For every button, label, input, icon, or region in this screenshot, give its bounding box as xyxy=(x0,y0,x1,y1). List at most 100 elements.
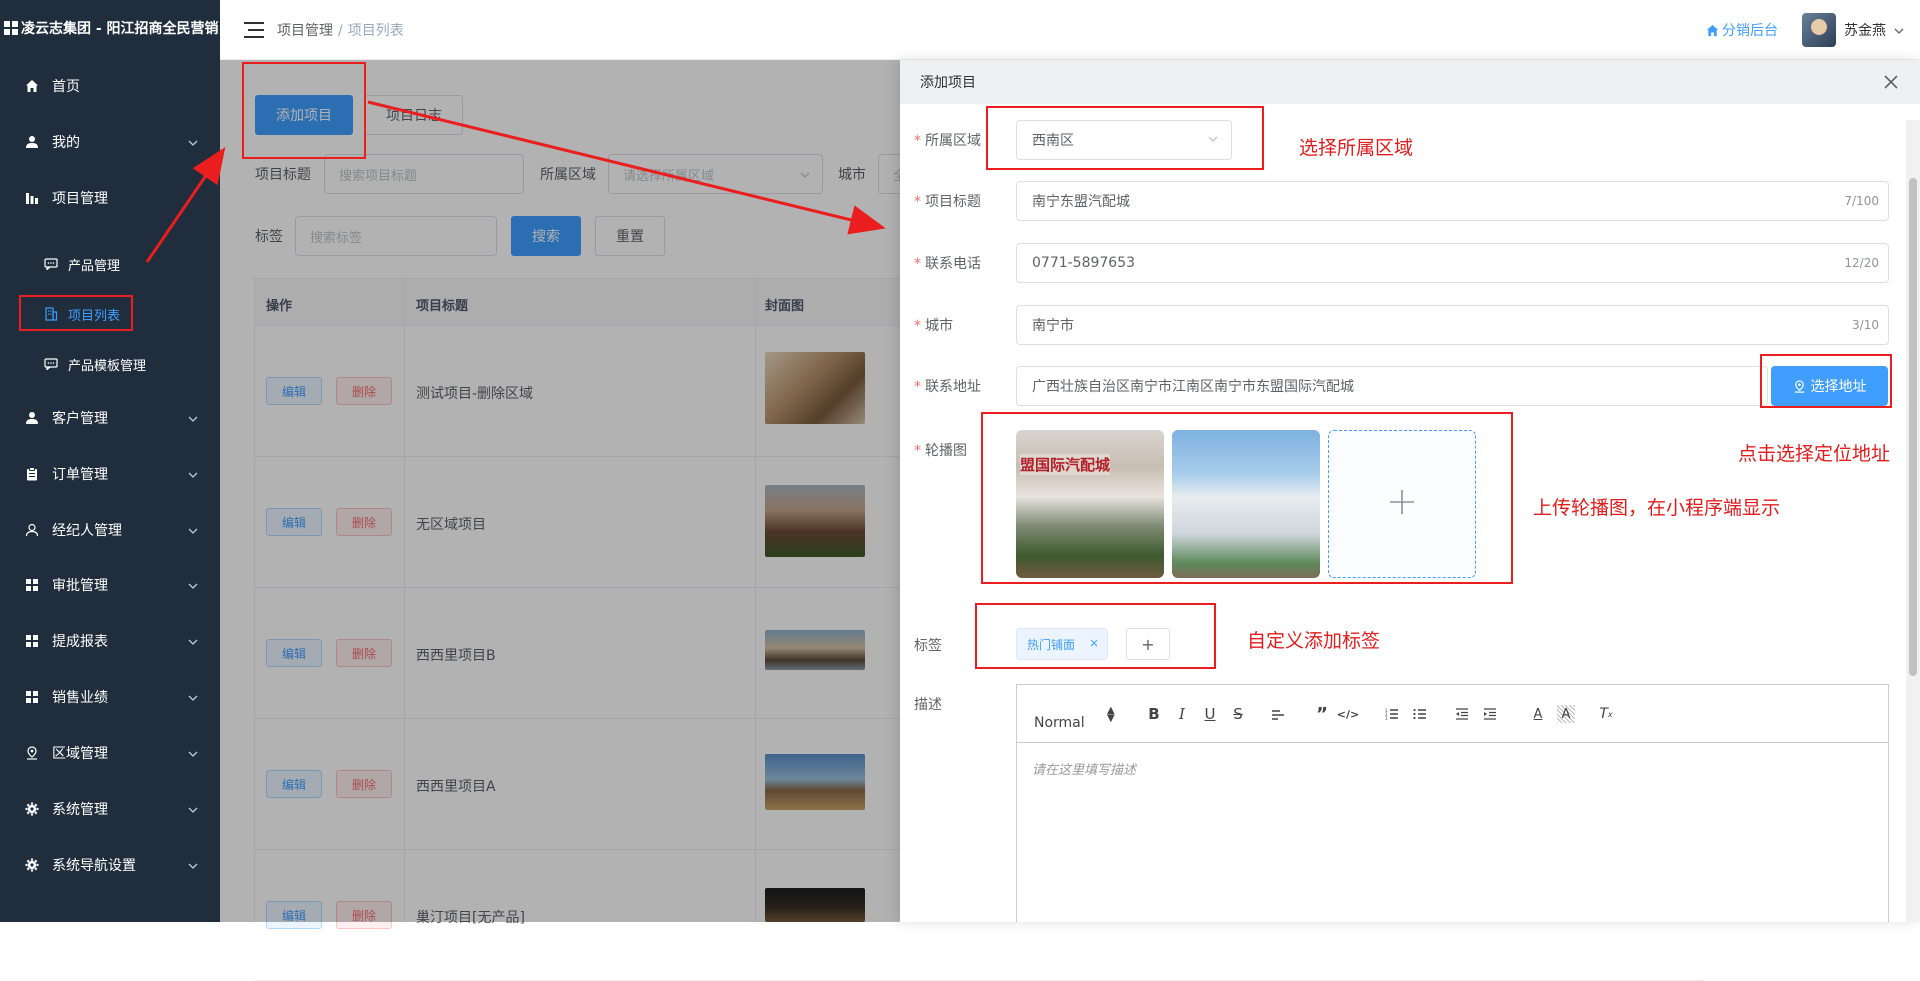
tags-label: 标签 xyxy=(914,638,942,654)
svg-text:3: 3 xyxy=(1385,716,1388,720)
strikethrough-icon[interactable]: S xyxy=(1229,705,1247,723)
chevron-down-icon xyxy=(188,857,198,873)
chat-icon xyxy=(44,357,58,371)
char-count: 3/10 xyxy=(1852,318,1879,332)
phone-input[interactable]: 0771-5897653 12/20 xyxy=(1016,243,1889,283)
breadcrumb: 项目管理 / 项目列表 xyxy=(277,20,404,40)
underline-icon[interactable]: U xyxy=(1201,705,1219,723)
clipboard-icon xyxy=(24,466,40,482)
home-icon xyxy=(24,78,40,94)
annotation-box-pick-address xyxy=(1760,354,1892,408)
annotation-box-project-list xyxy=(19,295,133,331)
chevron-down-icon xyxy=(188,633,198,649)
sidebar-item-customers[interactable]: 客户管理 xyxy=(0,390,220,446)
breadcrumb-parent[interactable]: 项目管理 xyxy=(277,23,333,39)
username[interactable]: 苏金燕 xyxy=(1844,20,1886,40)
user-icon xyxy=(24,410,40,426)
grid-icon xyxy=(24,689,40,705)
sidebar-item-product-templates[interactable]: 产品模板管理 xyxy=(0,339,220,389)
font-color-icon[interactable]: A xyxy=(1529,705,1547,723)
format-select[interactable]: Normal xyxy=(1034,715,1085,731)
sidebar-item-agents[interactable]: 经纪人管理 xyxy=(0,502,220,558)
bullet-list-icon[interactable] xyxy=(1411,705,1429,723)
chevron-down-icon xyxy=(188,745,198,761)
sidebar-item-label: 区域管理 xyxy=(52,746,108,762)
scrollbar-thumb[interactable] xyxy=(1909,178,1917,676)
breadcrumb-current: 项目列表 xyxy=(347,22,404,39)
sidebar-item-label: 产品管理 xyxy=(68,258,121,274)
region-label: * 所属区域 xyxy=(914,133,981,149)
outdent-icon[interactable] xyxy=(1453,705,1471,723)
sidebar-item-label: 首页 xyxy=(52,79,80,95)
city-value: 南宁市 xyxy=(1032,318,1074,334)
grid-logo-icon xyxy=(4,21,18,35)
sidebar-item-label: 提成报表 xyxy=(52,634,108,650)
align-icon[interactable] xyxy=(1269,705,1287,723)
sidebar: 凌云志集团 - 阳江招商全民营销 首页 我的 项目管理 产品管理 项目列表 产品… xyxy=(0,0,220,922)
rich-text-editor: Normal ▲ ▼ B I U S ” </> 123 A A Tx 请在这里填… xyxy=(1016,684,1889,922)
address-input[interactable]: 广西壮族自治区南宁市江南区南宁市东盟国际汽配城 xyxy=(1016,366,1768,406)
user-outline-icon xyxy=(24,522,40,538)
sidebar-item-products[interactable]: 产品管理 xyxy=(0,239,220,289)
carousel-label: * 轮播图 xyxy=(914,443,967,459)
annotation-text-pick-address: 点击选择定位地址 xyxy=(1738,443,1891,465)
gear-icon xyxy=(24,801,40,817)
sidebar-item-label: 客户管理 xyxy=(52,411,108,427)
sidebar-item-nav-settings[interactable]: 系统导航设置 xyxy=(0,837,220,893)
annotation-box-carousel xyxy=(981,412,1513,584)
annotation-text-carousel: 上传轮播图，在小程序端显示 xyxy=(1533,497,1781,519)
header-right: 分销后台 苏金燕 xyxy=(1706,0,1920,60)
annotation-box-region xyxy=(986,106,1264,170)
bold-icon[interactable]: B xyxy=(1145,705,1163,723)
title-value: 南宁东盟汽配城 xyxy=(1032,194,1130,210)
sidebar-item-approvals[interactable]: 审批管理 xyxy=(0,557,220,613)
code-icon[interactable]: </> xyxy=(1337,705,1359,723)
sidebar-item-label: 项目管理 xyxy=(52,191,108,207)
chevron-down-icon xyxy=(188,134,198,150)
sidebar-item-commission-report[interactable]: 提成报表 xyxy=(0,613,220,669)
sidebar-item-label: 订单管理 xyxy=(52,467,108,483)
city-label: * 城市 xyxy=(914,318,953,334)
annotation-box-add-button xyxy=(242,62,366,159)
italic-icon[interactable]: I xyxy=(1173,705,1191,723)
grid-icon xyxy=(24,633,40,649)
distribution-link-label: 分销后台 xyxy=(1722,23,1778,39)
sidebar-item-label: 销售业绩 xyxy=(52,690,108,706)
title-input[interactable]: 南宁东盟汽配城 7/100 xyxy=(1016,181,1889,221)
location-icon xyxy=(24,745,40,761)
indent-icon[interactable] xyxy=(1481,705,1499,723)
editor-toolbar: Normal ▲ ▼ B I U S ” </> 123 A A Tx xyxy=(1017,685,1888,743)
menu-toggle-icon[interactable] xyxy=(244,21,264,38)
sidebar-item-system[interactable]: 系统管理 xyxy=(0,781,220,837)
gear-icon xyxy=(24,857,40,873)
editor-placeholder[interactable]: 请在这里填写描述 xyxy=(1032,759,1136,778)
grid-icon xyxy=(24,577,40,593)
background-color-icon[interactable]: A xyxy=(1557,705,1575,723)
desc-label: 描述 xyxy=(914,697,942,713)
blockquote-icon[interactable]: ” xyxy=(1313,704,1331,725)
ordered-list-icon[interactable]: 123 xyxy=(1383,705,1401,723)
annotation-text-tags: 自定义添加标签 xyxy=(1247,630,1381,652)
brand: 凌云志集团 - 阳江招商全民营销 xyxy=(0,0,220,56)
city-input[interactable]: 南宁市 3/10 xyxy=(1016,305,1889,345)
avatar[interactable] xyxy=(1802,13,1836,47)
distribution-link[interactable]: 分销后台 xyxy=(1706,20,1778,40)
sidebar-item-project-mgmt[interactable]: 项目管理 xyxy=(0,170,220,226)
chevron-down-icon xyxy=(188,689,198,705)
annotation-box-tags xyxy=(975,603,1216,669)
annotation-text-region: 选择所属区域 xyxy=(1299,137,1414,159)
chevron-down-icon xyxy=(188,410,198,426)
char-count: 7/100 xyxy=(1844,194,1879,208)
sidebar-item-home[interactable]: 首页 xyxy=(0,58,220,114)
sidebar-item-label: 审批管理 xyxy=(52,578,108,594)
drawer-title: 添加项目 xyxy=(920,75,976,91)
clear-format-icon[interactable]: Tx xyxy=(1597,705,1615,723)
sidebar-item-regions[interactable]: 区域管理 xyxy=(0,725,220,781)
sidebar-item-sales[interactable]: 销售业绩 xyxy=(0,669,220,725)
sidebar-item-label: 我的 xyxy=(52,135,80,151)
sidebar-item-label: 系统管理 xyxy=(52,802,108,818)
close-icon[interactable] xyxy=(1880,71,1902,93)
caret-down-icon[interactable] xyxy=(1894,22,1904,38)
sidebar-item-mine[interactable]: 我的 xyxy=(0,114,220,170)
sidebar-item-orders[interactable]: 订单管理 xyxy=(0,446,220,502)
